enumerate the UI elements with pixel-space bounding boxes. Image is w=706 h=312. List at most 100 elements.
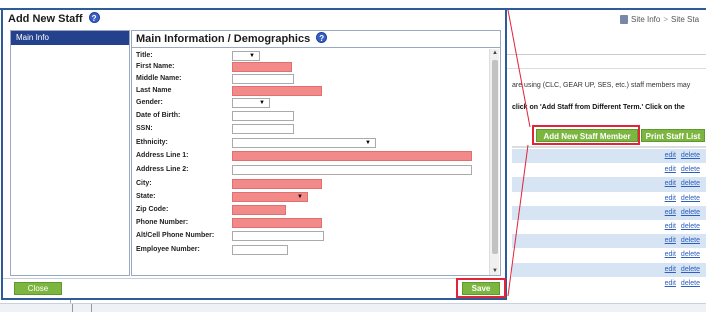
delete-link[interactable]: delete [681, 280, 700, 287]
edit-link[interactable]: edit [665, 251, 676, 258]
address-line-2-input[interactable] [232, 165, 472, 175]
field-row-last-name: Last Name [136, 86, 486, 97]
edit-link[interactable]: edit [665, 180, 676, 187]
chevron-down-icon: ▼ [365, 140, 371, 146]
breadcrumb-separator: > [663, 15, 669, 24]
table-row: edit delete [512, 192, 706, 206]
alt-cell-phone-number-label: Alt/Cell Phone Number: [136, 232, 215, 239]
field-row-first-name: First Name: [136, 62, 486, 73]
address-line-1-input[interactable] [232, 151, 472, 161]
document-icon [620, 15, 628, 24]
edit-link[interactable]: edit [665, 266, 676, 273]
zip-code-input[interactable] [232, 205, 286, 215]
field-row-employee-number: Employee Number: [136, 245, 486, 256]
ethnicity-label: Ethnicity: [136, 139, 168, 146]
city-input[interactable] [232, 179, 322, 189]
employee-number-label: Employee Number: [136, 246, 200, 253]
alt-cell-phone-number-input[interactable] [232, 231, 324, 241]
delete-link[interactable]: delete [681, 195, 700, 202]
row-actions: edit delete [660, 195, 700, 202]
chevron-down-icon: ▼ [259, 100, 265, 106]
zip-code-label: Zip Code: [136, 206, 169, 213]
row-actions: edit delete [660, 251, 700, 258]
middle-name-label: Middle Name: [136, 75, 182, 82]
field-row-ssn: SSN: [136, 124, 486, 135]
scroll-up-icon[interactable]: ▲ [492, 50, 498, 56]
field-row-ethnicity: Ethnicity: ▼ [136, 138, 486, 149]
breadcrumb-site-info[interactable]: Site Info [631, 15, 660, 24]
table-row: edit delete [512, 248, 706, 262]
table-row: edit delete [512, 262, 706, 277]
staff-form: Title: ▼ First Name: Middle Name: Last Name G… [132, 49, 487, 275]
table-row: edit delete [512, 177, 706, 192]
field-row-middle-name: Middle Name: [136, 74, 486, 85]
table-row: edit delete [512, 234, 706, 249]
gender-label: Gender: [136, 99, 163, 106]
row-actions: edit delete [660, 209, 700, 216]
help-icon[interactable]: ? [316, 32, 328, 43]
title-select[interactable]: ▼ [232, 51, 260, 61]
footer-divider [3, 278, 505, 279]
delete-link[interactable]: delete [681, 223, 700, 230]
last-name-input[interactable] [232, 86, 322, 96]
field-row-zip-code: Zip Code: [136, 205, 486, 216]
phone-number-input[interactable] [232, 218, 322, 228]
scrollbar-thumb[interactable] [492, 60, 498, 254]
modal-title: Add New Staff? [8, 12, 100, 25]
table-row: edit delete [512, 163, 706, 177]
chevron-down-icon: ▼ [297, 194, 303, 200]
edit-link[interactable]: edit [665, 166, 676, 173]
sidebar-item-main-info[interactable]: Main Info [11, 31, 129, 45]
scroll-down-icon[interactable]: ▼ [492, 268, 498, 274]
ssn-input[interactable] [232, 124, 294, 134]
ethnicity-select[interactable]: ▼ [232, 138, 376, 148]
form-scrollbar[interactable]: ▲ ▼ [489, 49, 499, 275]
table-row: edit delete [512, 149, 706, 164]
staff-table: edit delete edit delete edit delete edit delete… [512, 149, 706, 291]
first-name-input[interactable] [232, 62, 292, 72]
address-line-1-label: Address Line 1: [136, 152, 189, 159]
edit-link[interactable]: edit [665, 237, 676, 244]
state-select[interactable]: ▼ [232, 192, 308, 202]
field-row-alt-cell-phone-number: Alt/Cell Phone Number: [136, 231, 486, 242]
delete-link[interactable]: delete [681, 237, 700, 244]
edit-link[interactable]: edit [665, 223, 676, 230]
title-label: Title: [136, 52, 153, 59]
state-label: State: [136, 193, 156, 200]
row-actions: edit delete [660, 152, 700, 159]
delete-link[interactable]: delete [681, 166, 700, 173]
row-actions: edit delete [660, 237, 700, 244]
delete-link[interactable]: delete [681, 251, 700, 258]
address-line-2-label: Address Line 2: [136, 166, 189, 173]
modal-sidebar: Main Info [10, 30, 130, 276]
delete-link[interactable]: delete [681, 209, 700, 216]
field-row-city: City: [136, 179, 486, 190]
delete-link[interactable]: delete [681, 266, 700, 273]
instruction-text: click on 'Add Staff from Different Term.… [512, 104, 685, 111]
delete-link[interactable]: delete [681, 180, 700, 187]
edit-link[interactable]: edit [665, 195, 676, 202]
edit-link[interactable]: edit [665, 152, 676, 159]
field-row-state: State: ▼ [136, 192, 486, 203]
edit-link[interactable]: edit [665, 280, 676, 287]
city-label: City: [136, 180, 152, 187]
row-actions: edit delete [660, 180, 700, 187]
table-header [512, 146, 706, 148]
table-row: edit delete [512, 220, 706, 234]
panel-title-text: Main Information / Demographics [136, 33, 311, 45]
date-of-birth-input[interactable] [232, 111, 294, 121]
chevron-down-icon: ▼ [249, 53, 255, 59]
help-icon[interactable]: ? [88, 12, 100, 23]
breadcrumb-site-staff[interactable]: Site Sta [671, 15, 699, 24]
delete-link[interactable]: delete [681, 152, 700, 159]
page-footer-bar [0, 303, 706, 312]
highlight-box [456, 278, 506, 298]
employee-number-input[interactable] [232, 245, 288, 255]
breadcrumb: Site Info > Site Sta [620, 15, 699, 24]
close-button[interactable]: Close [14, 282, 62, 295]
edit-link[interactable]: edit [665, 209, 676, 216]
middle-name-input[interactable] [232, 74, 294, 84]
field-row-address-line-2: Address Line 2: [136, 165, 486, 176]
print-staff-list-button[interactable]: Print Staff List [641, 129, 705, 142]
gender-select[interactable]: ▼ [232, 98, 270, 108]
